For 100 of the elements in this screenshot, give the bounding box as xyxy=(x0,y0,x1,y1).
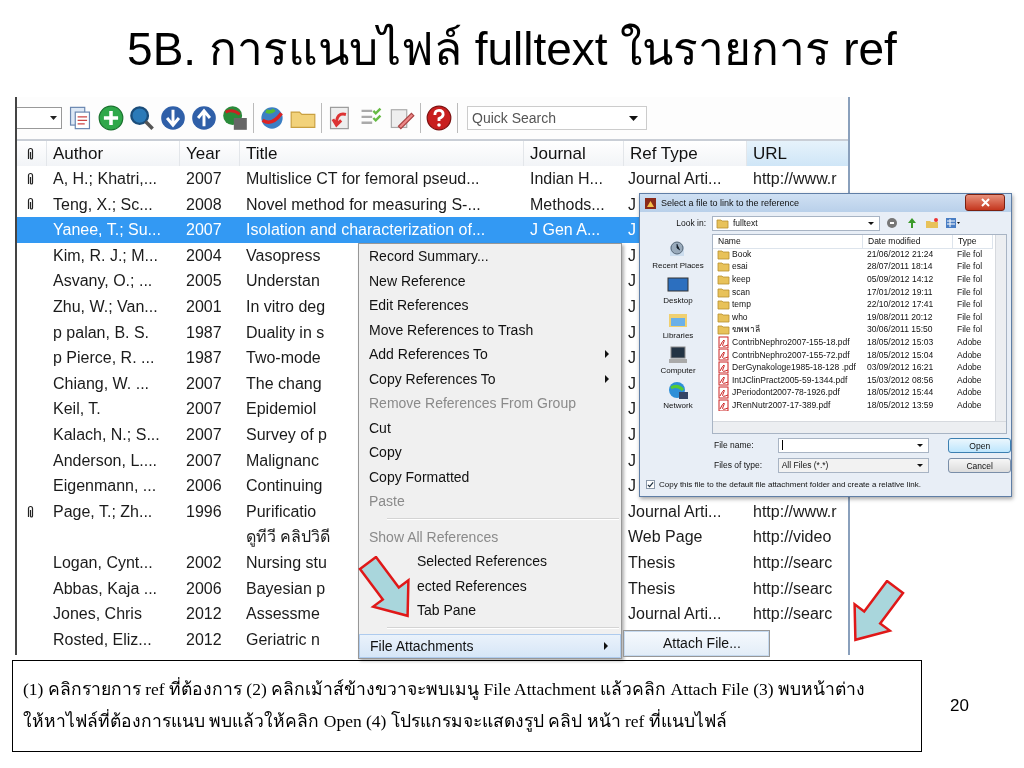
table-cell: Journal Arti... xyxy=(628,170,722,187)
table-cell: Survey of p xyxy=(246,425,327,443)
table-cell: Zhu, W.; Van... xyxy=(53,297,158,315)
table-cell-text: Adobe xyxy=(956,361,983,374)
table-cell: Thesis xyxy=(628,579,676,597)
table-cell: 2006 xyxy=(186,477,222,495)
table-cell-text: Adobe xyxy=(956,336,983,349)
table-cell: J xyxy=(628,349,636,367)
table-cell-text: 18/05/2012 15:04 xyxy=(866,348,935,361)
table-cell-text: 05/09/2012 14:12 xyxy=(866,273,935,286)
table-cell: p Pierce, R. ... xyxy=(53,349,155,367)
table-cell: J xyxy=(628,477,636,495)
slide-title: 5B. การแนบไฟล์ fulltext ในรายการ ref xyxy=(127,22,897,77)
table-cell: p palan, B. S. xyxy=(53,323,150,341)
table-cell: In vitro deg xyxy=(246,297,326,315)
table-cell: Page, T.; Zh... xyxy=(53,502,153,520)
field-label: Files of type: xyxy=(714,460,764,470)
table-cell-text: 18/05/2012 15:44 xyxy=(866,386,935,399)
table-cell: Indian H... xyxy=(530,170,603,187)
table-cell-text: 30/06/2011 15:50 xyxy=(866,323,934,336)
table-cell: 2001 xyxy=(186,297,222,315)
table-cell: Kalach, N.; S... xyxy=(53,425,160,443)
table-cell-text: Adobe xyxy=(956,386,983,399)
table-cell: The chang xyxy=(246,374,322,392)
table-cell-text: File fol xyxy=(956,323,984,336)
table-cell: http://www.r xyxy=(753,502,837,520)
table-cell: Teng, X.; Sc... xyxy=(53,195,153,213)
table-cell-text: 19/08/2011 20:12 xyxy=(866,310,934,324)
table-cell: J xyxy=(628,425,636,443)
table-cell: Malignanc xyxy=(246,451,319,469)
table-cell: J xyxy=(628,374,636,392)
table-cell-text: File fol xyxy=(956,247,984,261)
table-cell: 2007 xyxy=(186,170,222,187)
table-cell: Vasopress xyxy=(246,246,321,264)
table-cell: 2007 xyxy=(186,374,222,392)
table-cell: Isolation and characterization of... xyxy=(246,221,486,239)
table-cell: Multislice CT for femoral pseud... xyxy=(246,170,480,187)
field-label: Look in: xyxy=(675,218,706,228)
table-cell-text: 03/09/2012 16:21 xyxy=(866,361,935,374)
table-cell: Asvany, O.; ... xyxy=(53,272,153,290)
table-cell: J xyxy=(628,323,636,341)
page-number: 20 xyxy=(950,696,969,716)
table-cell: J xyxy=(628,297,636,315)
field-label: File name: xyxy=(714,440,755,450)
table-cell: A, H.; Khatri,... xyxy=(53,170,158,187)
table-cell-text: 22/10/2012 17:41 xyxy=(866,298,935,311)
table-cell: 2005 xyxy=(186,272,222,290)
table-cell-text: 17/01/2012 19:11 xyxy=(866,285,934,298)
table-cell: http://www.r xyxy=(753,170,837,187)
table-cell: Continuing xyxy=(246,477,323,495)
table-cell: Understan xyxy=(246,272,320,290)
window-title: Select a file to link to the reference xyxy=(661,198,801,208)
table-cell-text: 18/05/2012 15:03 xyxy=(866,336,935,349)
table-cell: Logan, Cynt... xyxy=(53,553,153,571)
table-cell: J xyxy=(628,272,636,290)
table-cell: Thesis xyxy=(628,553,676,571)
table-cell: J xyxy=(628,246,636,264)
table-cell: 1987 xyxy=(186,323,222,341)
table-cell-text: File fol xyxy=(956,260,984,273)
checkbox-label: Copy this file to the default file attachment folder and create a relative link. xyxy=(659,480,921,489)
table-cell: Assessme xyxy=(246,605,320,623)
table-cell: 2002 xyxy=(186,553,222,571)
table-cell: Chiang, W. ... xyxy=(53,374,150,392)
table-cell: 2006 xyxy=(186,579,222,597)
table-cell: Anderson, L.... xyxy=(53,451,158,469)
table-cell: 2008 xyxy=(186,195,222,213)
table-cell: Journal Arti... xyxy=(628,502,722,520)
table-cell: Novel method for measuring S-... xyxy=(246,195,481,213)
table-cell-text: 28/07/2011 18:14 xyxy=(866,260,934,273)
table-cell: Epidemiol xyxy=(246,400,317,418)
table-cell: Methods... xyxy=(530,195,605,213)
table-cell: Duality in s xyxy=(246,323,325,341)
table-cell: Web Page xyxy=(628,528,703,546)
table-cell: 2007 xyxy=(186,425,222,443)
table-cell-text: File fol xyxy=(956,285,984,298)
table-cell: 1987 xyxy=(186,349,222,367)
table-cell: Abbas, Kaja ... xyxy=(53,579,158,597)
table-cell: Geriatric n xyxy=(246,630,320,648)
table-cell: http://searc xyxy=(753,553,833,571)
table-cell: http://searc xyxy=(753,605,833,623)
table-cell: 1996 xyxy=(186,502,222,520)
table-cell-text: File fol xyxy=(956,298,984,311)
table-cell: Jones, Chris xyxy=(53,605,142,623)
table-cell: 2012 xyxy=(186,630,222,648)
table-cell-text: Adobe xyxy=(956,399,983,412)
table-cell: 2012 xyxy=(186,605,222,623)
table-cell: Nursing stu xyxy=(246,553,327,571)
table-cell: Bayesian p xyxy=(246,579,326,597)
table-cell: http://video xyxy=(753,528,832,546)
table-cell-text: File fol xyxy=(956,273,984,286)
table-cell: J xyxy=(628,221,636,239)
table-cell: Rosted, Eliz... xyxy=(53,630,152,648)
table-cell-text: File fol xyxy=(956,310,984,324)
table-cell: 2007 xyxy=(186,221,222,239)
table-cell: 2007 xyxy=(186,400,222,418)
table-cell-text: 15/03/2012 08:56 xyxy=(866,373,935,387)
table-cell-text: Adobe xyxy=(956,348,983,361)
table-cell: 2007 xyxy=(186,451,222,469)
table-cell-text: 21/06/2012 21:24 xyxy=(866,247,935,261)
table-cell: Kim, R. J.; M... xyxy=(53,246,158,264)
